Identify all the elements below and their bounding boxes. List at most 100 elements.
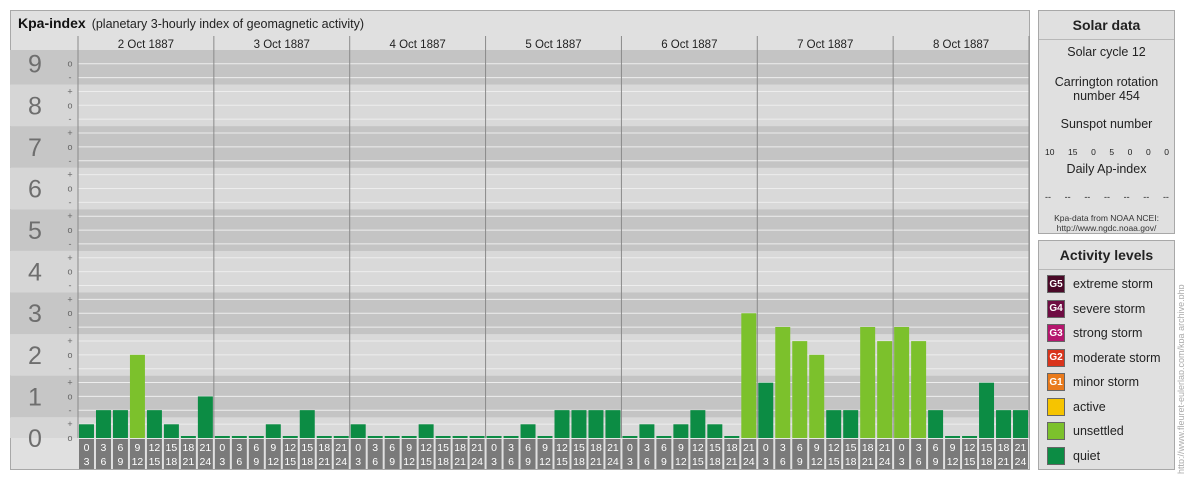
kp-bar	[758, 382, 774, 438]
y-subtick-label: -	[69, 73, 72, 83]
y-subtick-label: +	[67, 378, 72, 388]
ap-value: --	[1123, 192, 1130, 202]
kp-bar	[537, 436, 553, 438]
hour-start-label: 6	[525, 442, 531, 454]
legend-swatch: G1	[1047, 373, 1065, 391]
y-subtick-label: o	[67, 350, 72, 360]
divider	[1039, 269, 1174, 270]
hour-start-label: 0	[84, 442, 90, 454]
kp-bar	[843, 410, 859, 438]
kp-bar	[163, 424, 179, 438]
hour-end-label: 21	[183, 456, 195, 468]
hour-end-label: 6	[508, 456, 514, 468]
hour-end-label: 12	[811, 456, 823, 468]
solar-data-title: Solar data	[1072, 17, 1141, 33]
hour-start-label: 18	[454, 442, 466, 454]
hour-start-label: 9	[135, 442, 141, 454]
y-subtick-label: +	[67, 86, 72, 96]
hour-end-label: 12	[539, 456, 551, 468]
data-source-url[interactable]: http://www.ngdc.noaa.gov/	[1039, 223, 1174, 233]
kp-bar	[979, 382, 995, 438]
kp-bar	[945, 436, 961, 438]
hour-start-label: 18	[590, 442, 602, 454]
y-subtick-label: o	[67, 183, 72, 193]
y-tick-label: 6	[28, 175, 42, 203]
y-subtick-label: o	[67, 59, 72, 69]
legend-swatch: G3	[1047, 324, 1065, 342]
legend-swatch: G4	[1047, 299, 1065, 318]
kp-bar	[350, 424, 366, 438]
y-subtick-label: +	[67, 294, 72, 304]
hour-start-label: 0	[899, 442, 905, 454]
data-source-line1: Kpa-data from NOAA NCEI:	[1054, 213, 1159, 223]
y-tick-label: 0	[28, 425, 42, 453]
kp-bar	[928, 410, 944, 438]
ap-value: --	[1045, 192, 1051, 202]
ap-value: --	[1103, 192, 1110, 202]
hour-start-label: 9	[270, 442, 276, 454]
hour-start-label: 15	[845, 442, 857, 454]
kp-bar	[690, 410, 706, 438]
kp-bar	[571, 410, 587, 438]
hour-end-label: 24	[335, 456, 347, 468]
hour-end-label: 12	[403, 456, 415, 468]
hour-end-label: 18	[301, 456, 313, 468]
ap-value: --	[1084, 192, 1091, 202]
hour-start-label: 9	[542, 442, 548, 454]
kp-bar	[775, 326, 791, 438]
hour-start-label: 3	[236, 442, 242, 454]
hour-end-label: 9	[389, 456, 395, 468]
sunspot-value: 0	[1164, 147, 1169, 157]
hour-end-label: 3	[491, 456, 497, 468]
chart-title: Kpa-index (planetary 3-hourly index of ge…	[18, 15, 364, 31]
kp-bar	[724, 436, 740, 438]
hour-start-label: 12	[692, 442, 704, 454]
hour-start-label: 3	[644, 442, 650, 454]
hour-start-label: 12	[284, 442, 296, 454]
hour-end-label: 3	[219, 456, 225, 468]
kp-bar	[79, 424, 94, 438]
hour-start-label: 18	[726, 442, 738, 454]
y-subtick-label: o	[67, 142, 72, 152]
hour-end-label: 6	[236, 456, 242, 468]
legend-label: minor storm	[1073, 375, 1139, 389]
hour-end-label: 3	[763, 456, 769, 468]
hour-start-label: 15	[573, 442, 585, 454]
y-tick-label: 2	[28, 342, 42, 370]
y-subtick-label: -	[69, 281, 72, 291]
y-tick-label: 1	[28, 383, 42, 411]
hour-end-label: 3	[355, 456, 361, 468]
hour-end-label: 24	[879, 456, 891, 468]
ap-values: -- -- -- -- -- -- --	[1045, 192, 1169, 202]
hour-end-label: 12	[267, 456, 279, 468]
hour-start-label: 21	[200, 442, 212, 454]
hour-start-label: 18	[183, 442, 195, 454]
kp-bar	[248, 436, 264, 438]
kp-bar	[962, 436, 978, 438]
watermark[interactable]: http://www.fleuret-eulerlap.com/kpa arch…	[1176, 284, 1184, 474]
chart-title-main: Kpa-index	[18, 15, 86, 31]
sunspot-value: 0	[1127, 147, 1133, 157]
hour-start-label: 6	[933, 442, 939, 454]
y-subtick-label: o	[67, 433, 72, 443]
hour-start-label: 18	[862, 442, 874, 454]
kp-bar	[741, 313, 757, 438]
legend-label: active	[1073, 399, 1106, 414]
hour-start-label: 3	[916, 442, 922, 454]
day-label: 7 Oct 1887	[797, 39, 853, 51]
hour-start-label: 0	[219, 442, 225, 454]
hour-start-label: 3	[372, 442, 378, 454]
kp-bar	[503, 436, 519, 438]
kp-bar	[95, 410, 111, 438]
kp-bar	[622, 436, 638, 438]
legend-swatch: G5	[1047, 275, 1065, 293]
y-subtick-label: -	[69, 114, 72, 124]
y-subtick-label: +	[67, 253, 72, 263]
hour-start-label: 15	[301, 442, 313, 454]
hour-end-label: 21	[726, 456, 738, 468]
hour-end-label: 24	[200, 456, 212, 468]
kp-bar	[1013, 410, 1028, 438]
legend-label: extreme storm	[1073, 277, 1153, 291]
hour-end-label: 6	[780, 456, 786, 468]
y-subtick-label: +	[67, 128, 72, 138]
